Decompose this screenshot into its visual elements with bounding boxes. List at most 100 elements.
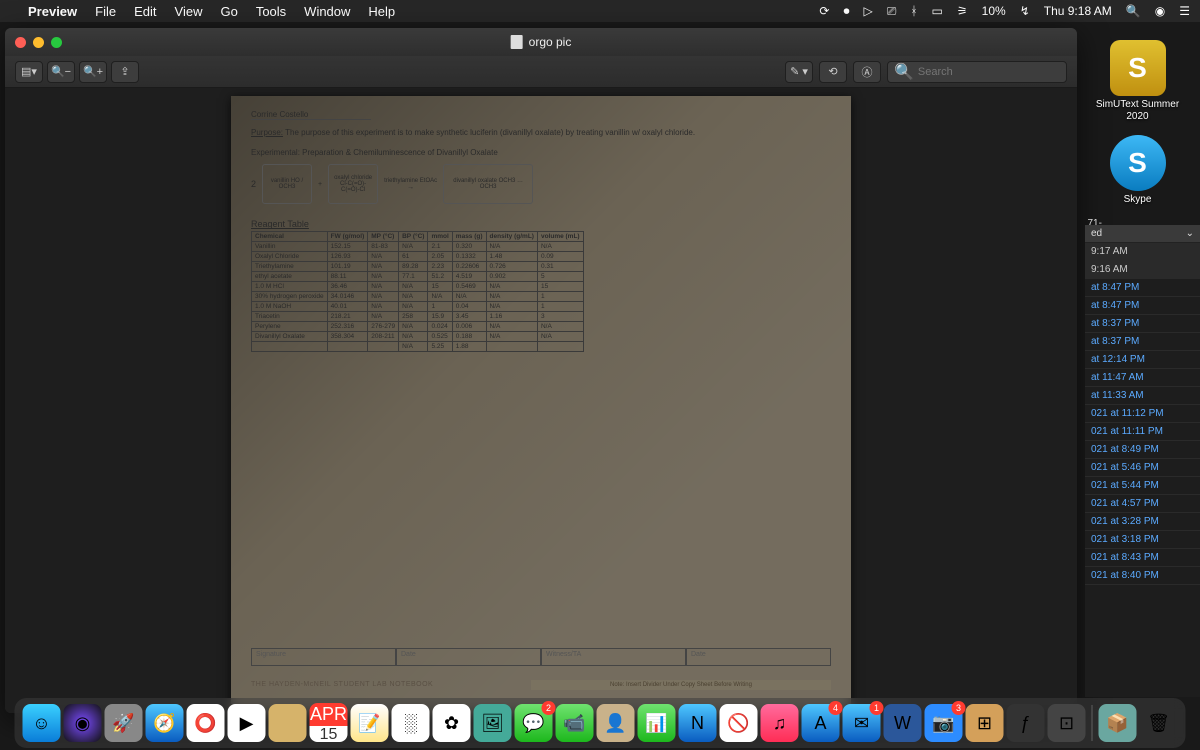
dock-photos[interactable]: ✿ [433, 704, 471, 742]
dock-notes[interactable]: 📝 [351, 704, 389, 742]
dock-mail[interactable]: ✉1 [843, 704, 881, 742]
dock-other[interactable]: ⊡ [1048, 704, 1086, 742]
dock-box1[interactable] [269, 704, 307, 742]
reaction-arrow: → [384, 184, 437, 191]
list-item[interactable]: 021 at 4:57 PM [1085, 495, 1200, 513]
signature-cell: Signature [251, 648, 396, 666]
list-item[interactable]: 021 at 5:44 PM [1085, 477, 1200, 495]
desktop-icons: S SimUText Summer 2020 S Skype 71- 4.dmg [1085, 40, 1190, 240]
zoom-in-button[interactable]: 🔍+ [79, 61, 107, 83]
list-item[interactable]: at 8:47 PM [1085, 297, 1200, 315]
list-item[interactable]: at 11:33 AM [1085, 387, 1200, 405]
dock-contacts[interactable]: 👤 [597, 704, 635, 742]
dock-facetime[interactable]: 📹 [556, 704, 594, 742]
list-item[interactable]: at 8:47 PM [1085, 279, 1200, 297]
wifi-icon[interactable]: ⚞ [957, 4, 968, 18]
dock-zoom[interactable]: 📷3 [925, 704, 963, 742]
dock-siri[interactable]: ◉ [64, 704, 102, 742]
rotate-button[interactable]: ⟲ [819, 61, 847, 83]
background-window[interactable]: ed ⌄ 9:17 AM 9:16 AM at 8:47 PMat 8:47 P… [1085, 225, 1200, 697]
list-item[interactable]: at 12:14 PM [1085, 351, 1200, 369]
bg-window-header[interactable]: ed ⌄ [1085, 225, 1200, 243]
list-item[interactable]: at 8:37 PM [1085, 333, 1200, 351]
dock-messages[interactable]: 💬2 [515, 704, 553, 742]
dock-youtube[interactable]: ▶ [228, 704, 266, 742]
dock-chrome[interactable]: ⭕ [187, 704, 225, 742]
share-button[interactable]: ⇪ [111, 61, 139, 83]
battery-icon[interactable]: ▭ [932, 4, 943, 18]
content-area[interactable]: Corrine Costello Purpose: The purpose of… [5, 88, 1077, 713]
dock-launchpad[interactable]: 🚀 [105, 704, 143, 742]
profile-icon[interactable]: ◉ [1155, 4, 1165, 18]
video-icon[interactable]: ⏺ [843, 4, 849, 19]
list-item[interactable]: 021 at 8:49 PM [1085, 441, 1200, 459]
badge: 3 [952, 701, 966, 715]
app-menu[interactable]: Preview [28, 4, 77, 19]
search-icon: 🔍 [894, 62, 914, 82]
menu-file[interactable]: File [95, 4, 116, 19]
dock-word[interactable]: W [884, 704, 922, 742]
list-item[interactable]: at 11:47 AM [1085, 369, 1200, 387]
dock-trash[interactable]: 🗑 [1140, 704, 1178, 742]
dock-box-folder[interactable]: 📦 [1099, 704, 1137, 742]
minimize-button[interactable] [33, 37, 44, 48]
zoom-out-button[interactable]: 🔍− [47, 61, 75, 83]
list-item[interactable]: 021 at 11:12 PM [1085, 405, 1200, 423]
sync-icon[interactable]: ⟳ [819, 4, 829, 18]
search-input[interactable] [918, 66, 1060, 78]
titlebar[interactable]: orgo pic [5, 28, 1077, 56]
table-row: Triacetin218.21N/A25815.93.451.163 [252, 312, 584, 322]
dock-calendar[interactable]: APR15 [310, 704, 348, 742]
close-button[interactable] [15, 37, 26, 48]
screen-icon[interactable]: ⎚ [887, 4, 897, 19]
list-item[interactable]: 021 at 8:40 PM [1085, 567, 1200, 585]
skype-app-icon[interactable]: S Skype [1093, 135, 1183, 206]
charging-icon: ↯ [1020, 4, 1030, 18]
signature-row: Signature Date Witness/TA Date [251, 648, 831, 666]
bluetooth-icon[interactable]: ᚼ [910, 4, 917, 18]
list-item[interactable]: 9:17 AM [1085, 243, 1200, 261]
menu-tools[interactable]: Tools [256, 4, 286, 19]
dock-ptable[interactable]: ⊞ [966, 704, 1004, 742]
experimental-label: Experimental: Preparation & Chemilumines… [251, 148, 831, 157]
menu-view[interactable]: View [175, 4, 203, 19]
dock-reminders[interactable]: ░ [392, 704, 430, 742]
list-item[interactable]: 021 at 11:11 PM [1085, 423, 1200, 441]
list-item[interactable]: 021 at 8:43 PM [1085, 549, 1200, 567]
purpose-label: Purpose: [251, 128, 283, 137]
menu-help[interactable]: Help [368, 4, 395, 19]
list-item[interactable]: 9:16 AM [1085, 261, 1200, 279]
dock-finder[interactable]: ☺ [23, 704, 61, 742]
simutext-app-icon[interactable]: S SimUText Summer 2020 [1093, 40, 1183, 123]
list-item[interactable]: 021 at 5:46 PM [1085, 459, 1200, 477]
list-item[interactable]: at 8:37 PM [1085, 315, 1200, 333]
dock-news[interactable]: N [679, 704, 717, 742]
search-field[interactable]: 🔍 [887, 61, 1067, 83]
table-row: Oxalyl Chloride126.93N/A612.050.13321.48… [252, 252, 584, 262]
clock[interactable]: Thu 9:18 AM [1044, 4, 1112, 18]
table-row: Divanillyl Oxalate358.304208-211N/A0.525… [252, 332, 584, 342]
dock-music[interactable]: ♫ [761, 704, 799, 742]
menu-window[interactable]: Window [304, 4, 350, 19]
markup-button[interactable]: Ⓐ [853, 61, 881, 83]
dock-appstore[interactable]: A4 [802, 704, 840, 742]
dock-safari[interactable]: 🧭 [146, 704, 184, 742]
play-icon[interactable]: ▷ [864, 4, 873, 18]
dock-separator [1092, 705, 1093, 741]
zoom-button[interactable] [51, 37, 62, 48]
dock-preview[interactable]: 🖼 [474, 704, 512, 742]
list-item[interactable]: 021 at 3:28 PM [1085, 513, 1200, 531]
molecule-vanillin: vanillin HO / OCH3 [262, 164, 312, 204]
menu-edit[interactable]: Edit [134, 4, 156, 19]
control-center-icon[interactable]: ☰ [1179, 4, 1190, 18]
dock-numbers[interactable]: 📊 [638, 704, 676, 742]
menu-go[interactable]: Go [220, 4, 237, 19]
list-item[interactable]: 021 at 3:18 PM [1085, 531, 1200, 549]
table-header: Chemical [252, 232, 328, 242]
dock-nosymbol[interactable]: 🚫 [720, 704, 758, 742]
spotlight-icon[interactable]: 🔍 [1126, 4, 1141, 18]
chevron-down-icon[interactable]: ⌄ [1186, 228, 1194, 239]
highlight-button[interactable]: ✎ ▾ [785, 61, 813, 83]
sidebar-toggle[interactable]: ▤▾ [15, 61, 43, 83]
dock-fontbook[interactable]: ƒ [1007, 704, 1045, 742]
